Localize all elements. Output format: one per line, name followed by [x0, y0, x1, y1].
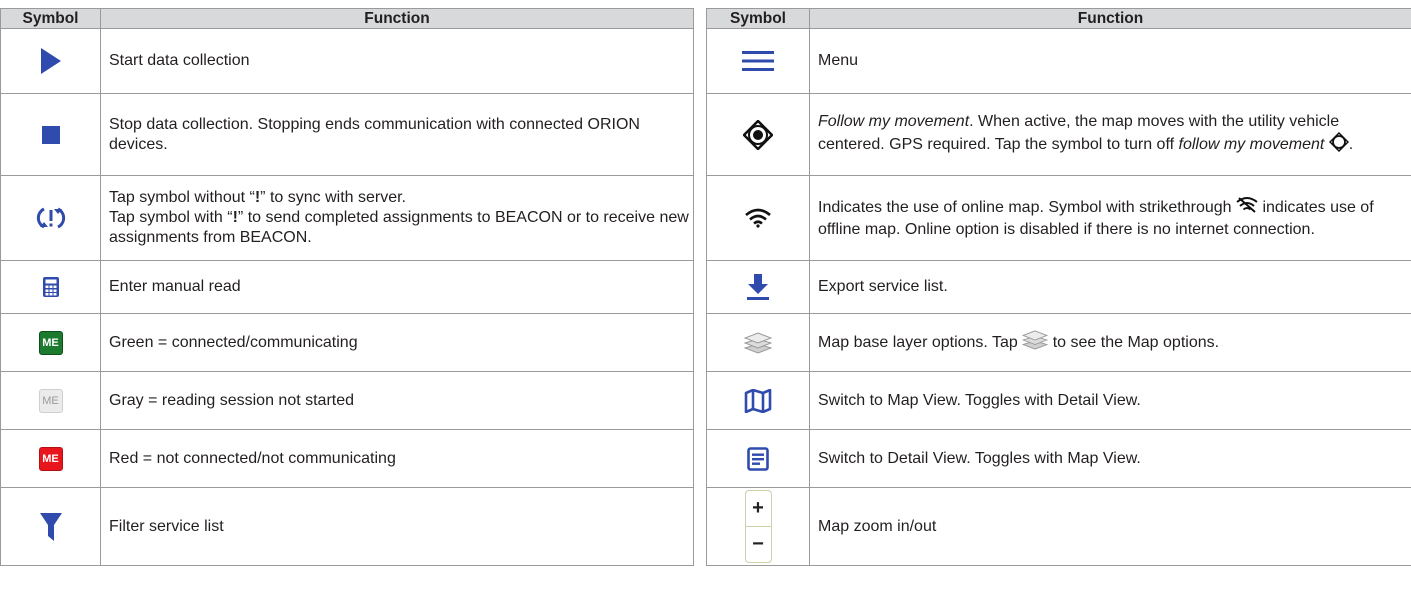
zoom-in-button[interactable]: +	[745, 491, 771, 527]
table-row: Menu	[706, 28, 1411, 94]
table-row: ME Green = connected/communicating	[0, 313, 694, 372]
table-row: Switch to Map View. Toggles with Detail …	[706, 371, 1411, 430]
me-gray-badge: ME	[38, 388, 63, 413]
function-text: Map zoom in/out	[809, 487, 1411, 566]
function-text: Start data collection	[100, 28, 694, 94]
function-text: Menu	[809, 28, 1411, 94]
table-row: ME Gray = reading session not started	[0, 371, 694, 430]
function-text: Tap symbol without “!” to sync with serv…	[100, 175, 694, 261]
table-row: ME Red = not connected/not communicating	[0, 429, 694, 488]
table-row: Tap symbol without “!” to sync with serv…	[0, 175, 694, 261]
table-row: Start data collection	[0, 28, 694, 94]
header-row: Symbol Function	[0, 8, 694, 29]
function-text: Switch to Detail View. Toggles with Map …	[809, 429, 1411, 488]
right-symbol-table: Symbol Function Menu Follow my movement.…	[706, 8, 1411, 566]
left-symbol-table: Symbol Function Start data collection St…	[0, 8, 694, 566]
map-view-icon	[744, 388, 772, 413]
menu-hamburger-icon	[742, 50, 774, 72]
me-red-badge: ME	[38, 446, 63, 471]
function-text: Filter service list	[100, 487, 694, 566]
function-text: Red = not connected/not communicating	[100, 429, 694, 488]
table-row: Follow my movement. When active, the map…	[706, 93, 1411, 176]
download-arrow-icon	[747, 273, 769, 301]
symbol-header: Symbol	[0, 8, 101, 29]
stop-square-icon	[41, 125, 61, 145]
function-text: Switch to Map View. Toggles with Detail …	[809, 371, 1411, 430]
table-row: Map base layer options. Tap to see the M…	[706, 313, 1411, 372]
table-row: + − Map zoom in/out	[706, 487, 1411, 566]
table-row: Stop data collection. Stopping ends comm…	[0, 93, 694, 176]
function-text: Stop data collection. Stopping ends comm…	[100, 93, 694, 176]
function-text: Export service list.	[809, 260, 1411, 314]
function-header: Function	[809, 8, 1411, 29]
layers-inline-icon	[1022, 329, 1049, 356]
wifi-icon	[745, 208, 771, 228]
me-green-badge: ME	[38, 330, 63, 355]
function-text: Indicates the use of online map. Symbol …	[809, 175, 1411, 261]
play-triangle-icon	[40, 47, 62, 75]
function-text: Green = connected/communicating	[100, 313, 694, 372]
function-text: Gray = reading session not started	[100, 371, 694, 430]
wifi-off-icon	[1236, 196, 1258, 220]
table-row: Indicates the use of online map. Symbol …	[706, 175, 1411, 261]
zoom-control-icon: + −	[744, 490, 772, 563]
follow-location-off-icon	[1328, 131, 1349, 158]
layers-icon	[744, 331, 772, 354]
function-header: Function	[100, 8, 694, 29]
function-text: Follow my movement. When active, the map…	[809, 93, 1411, 176]
function-text: Enter manual read	[100, 260, 694, 314]
sync-exclamation-icon	[36, 205, 66, 231]
table-row: Export service list.	[706, 260, 1411, 314]
zoom-out-button[interactable]: −	[746, 527, 771, 562]
filter-funnel-icon	[39, 512, 63, 542]
calculator-icon	[42, 276, 60, 298]
table-row: Enter manual read	[0, 260, 694, 314]
table-row: Switch to Detail View. Toggles with Map …	[706, 429, 1411, 488]
follow-location-icon	[743, 119, 773, 150]
table-row: Filter service list	[0, 487, 694, 566]
symbol-header: Symbol	[706, 8, 810, 29]
function-text: Map base layer options. Tap to see the M…	[809, 313, 1411, 372]
detail-view-icon	[747, 446, 769, 471]
header-row: Symbol Function	[706, 8, 1411, 29]
